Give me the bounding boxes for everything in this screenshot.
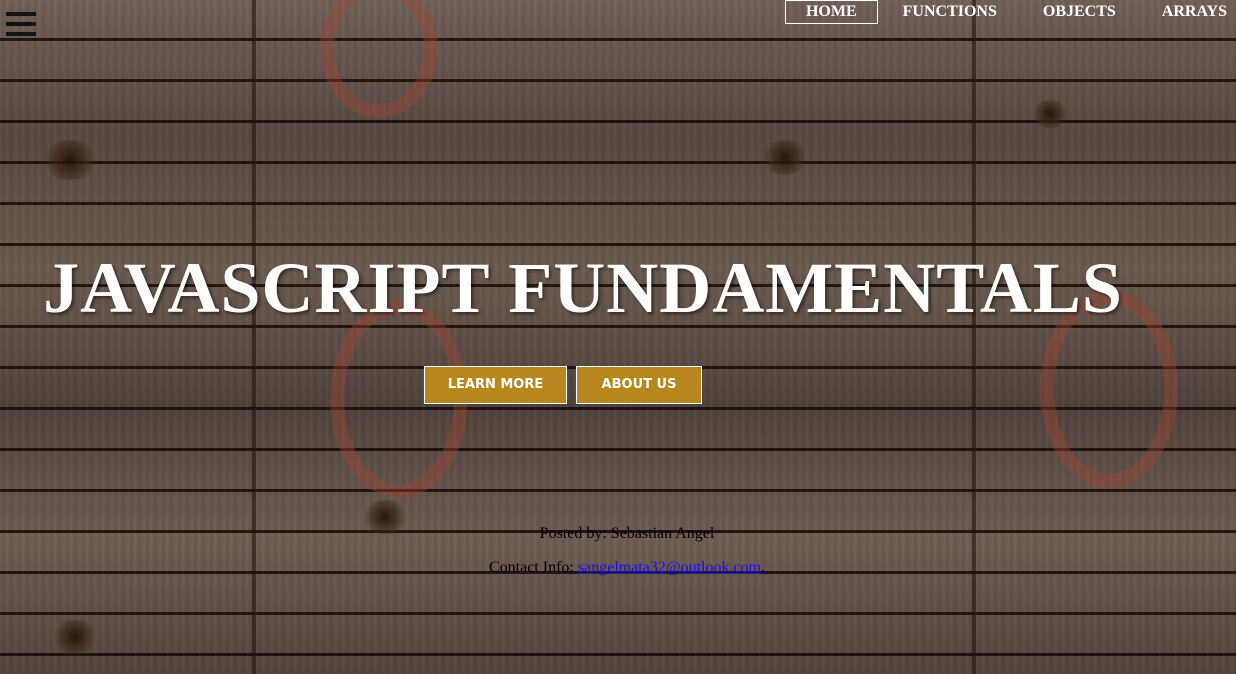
learn-more-button[interactable]: LEARN MORE [424, 366, 567, 404]
nav-item-objects[interactable]: OBJECTS [1022, 0, 1137, 24]
hamburger-line [6, 12, 36, 16]
hamburger-line [6, 22, 36, 26]
contact-suffix: . [761, 559, 765, 576]
wood-knot [50, 620, 100, 654]
wood-knot [40, 140, 100, 180]
contact-email-link[interactable]: sangelmata32@outlook.com [578, 559, 761, 576]
wood-knot [1030, 100, 1070, 128]
contact-label: Contact Info: [488, 559, 578, 576]
nav-item-functions[interactable]: FUNCTIONS [882, 0, 1018, 24]
about-us-button[interactable]: ABOUT US [576, 366, 702, 404]
wood-knot [760, 140, 810, 175]
hero-title: JAVASCRIPT FUNDAMENTALS [43, 248, 1123, 328]
nav-item-home[interactable]: HOME [784, 0, 878, 24]
hero-button-row: LEARN MORE ABOUT US [424, 366, 702, 404]
hamburger-menu-icon[interactable] [6, 12, 36, 38]
nav-item-arrays[interactable]: ARRAYS [1141, 0, 1236, 24]
posted-by: Posted by: Sebastian Angel [539, 525, 715, 542]
top-nav: HOME FUNCTIONS OBJECTS ARRAYS [784, 0, 1236, 24]
hamburger-line [6, 32, 36, 36]
contact-info: Contact Info: sangelmata32@outlook.com. [0, 559, 1236, 577]
